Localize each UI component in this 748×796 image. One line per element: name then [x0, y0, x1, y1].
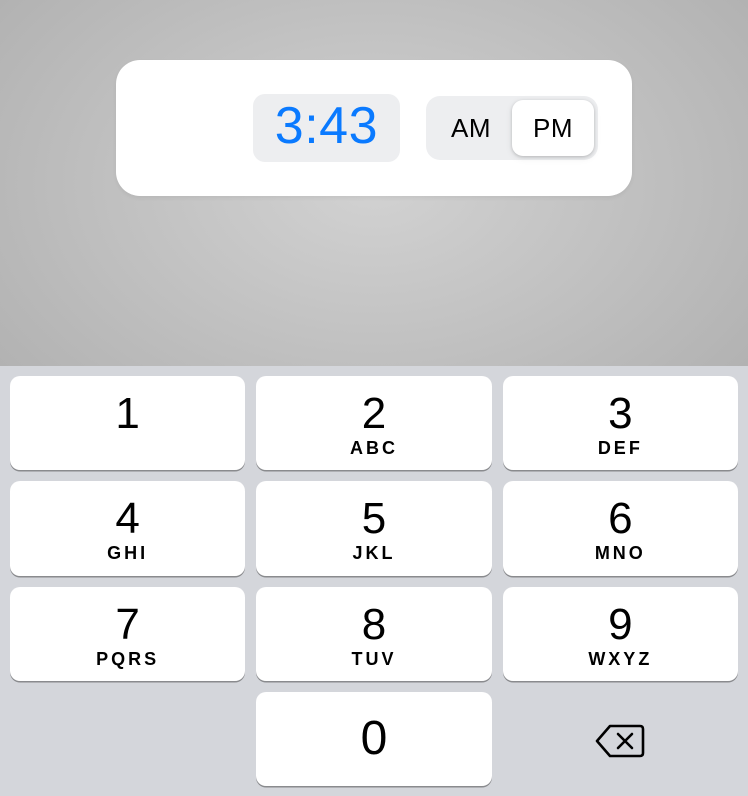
key-digit: 5	[362, 497, 386, 541]
key-digit: 1	[115, 392, 139, 436]
key-digit: 9	[608, 603, 632, 647]
ampm-toggle[interactable]: AM PM	[426, 96, 598, 160]
key-2[interactable]: 2 ABC	[256, 376, 491, 470]
key-1[interactable]: 1	[10, 376, 245, 470]
key-digit: 7	[115, 603, 139, 647]
am-option[interactable]: AM	[430, 100, 512, 156]
key-9[interactable]: 9 WXYZ	[503, 587, 738, 681]
key-digit: 3	[608, 392, 632, 436]
numeric-keypad: 1 2 ABC 3 DEF 4 GHI 5 JKL 6 MNO 7 PQRS 8	[0, 366, 748, 796]
key-blank	[10, 692, 245, 786]
key-letters: PQRS	[96, 649, 159, 669]
key-3[interactable]: 3 DEF	[503, 376, 738, 470]
key-5[interactable]: 5 JKL	[256, 481, 491, 575]
time-input[interactable]: 3:43	[253, 94, 400, 162]
backspace-icon	[595, 723, 645, 759]
key-digit: 8	[362, 603, 386, 647]
time-picker-card: 3:43 AM PM	[116, 60, 632, 196]
key-8[interactable]: 8 TUV	[256, 587, 491, 681]
key-4[interactable]: 4 GHI	[10, 481, 245, 575]
pm-option[interactable]: PM	[512, 100, 594, 156]
key-letters: TUV	[351, 649, 396, 669]
key-letters: JKL	[352, 543, 395, 563]
key-0[interactable]: 0	[256, 692, 491, 786]
time-picker-backdrop: 3:43 AM PM	[0, 0, 748, 367]
key-letters: MNO	[595, 543, 646, 563]
key-digit: 4	[115, 497, 139, 541]
key-letters: ABC	[350, 438, 398, 458]
key-7[interactable]: 7 PQRS	[10, 587, 245, 681]
key-letters: WXYZ	[588, 649, 652, 669]
key-letters: DEF	[598, 438, 643, 458]
key-backspace[interactable]	[503, 692, 738, 786]
key-digit: 0	[361, 715, 388, 763]
key-digit: 2	[362, 392, 386, 436]
key-digit: 6	[608, 497, 632, 541]
key-6[interactable]: 6 MNO	[503, 481, 738, 575]
key-letters: GHI	[107, 543, 148, 563]
